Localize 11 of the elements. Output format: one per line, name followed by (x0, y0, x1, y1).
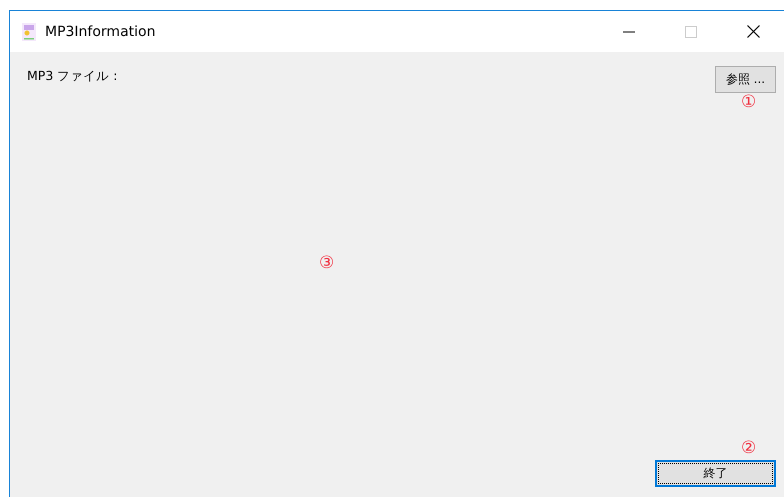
file-label: MP3 ファイル : (27, 68, 118, 85)
minimize-icon (623, 30, 635, 32)
browse-button[interactable]: 参照 ... (715, 66, 776, 93)
maximize-icon (685, 26, 697, 38)
window-title: MP3Information (45, 24, 156, 40)
exit-button[interactable]: 終了 (655, 460, 776, 487)
annotation-number: ③ (319, 255, 334, 272)
annotation-number: ① (741, 94, 756, 111)
close-icon (746, 25, 760, 38)
app-icon (22, 22, 36, 40)
annotation-number: ② (741, 440, 756, 457)
